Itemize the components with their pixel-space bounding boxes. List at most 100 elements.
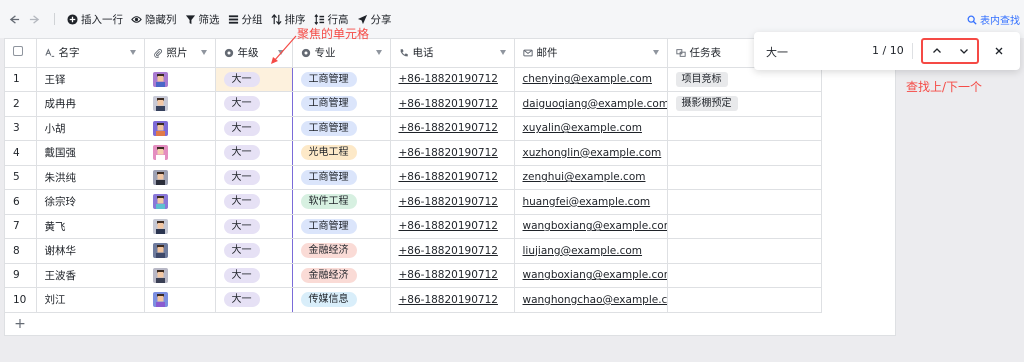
cell-name[interactable]: 谢林华: [36, 238, 145, 264]
cell-task[interactable]: [667, 214, 822, 239]
redo-button[interactable]: [24, 8, 44, 30]
filter-button[interactable]: 筛选: [181, 8, 224, 30]
cell-photo[interactable]: [144, 165, 216, 190]
phone-link[interactable]: +86-18820190712: [399, 269, 498, 281]
phone-link[interactable]: +86-18820190712: [399, 73, 498, 85]
find-input[interactable]: 大一: [766, 44, 788, 60]
cell-major[interactable]: 工商管理: [292, 165, 391, 190]
cell-phone[interactable]: +86-18820190712: [390, 91, 515, 117]
email-link[interactable]: xuzhonglin@example.com: [523, 147, 662, 159]
cell-name[interactable]: 王波香: [36, 263, 145, 288]
cell-photo[interactable]: [144, 263, 216, 288]
cell-grade[interactable]: 大一: [214, 140, 293, 166]
phone-link[interactable]: +86-18820190712: [399, 196, 498, 208]
email-link[interactable]: daiguoqiang@example.com: [523, 98, 667, 110]
cell-grade[interactable]: 大一: [214, 189, 293, 215]
cell-email[interactable]: huangfei@example.com: [514, 189, 668, 215]
email-link[interactable]: wangboxiang@example.com: [523, 269, 667, 281]
column-header-photo[interactable]: 照片: [144, 39, 216, 68]
phone-link[interactable]: +86-18820190712: [399, 171, 498, 183]
cell-photo[interactable]: [144, 189, 216, 215]
cell-phone[interactable]: +86-18820190712: [390, 263, 515, 288]
cell-task[interactable]: 项目竞标: [667, 67, 822, 92]
add-row-button[interactable]: +: [5, 313, 35, 335]
cell-name[interactable]: 戴国强: [36, 140, 145, 166]
cell-photo[interactable]: [144, 238, 216, 264]
cell-email[interactable]: liujiang@example.com: [514, 238, 668, 264]
cell-email[interactable]: wangboxiang@example.com: [514, 263, 668, 288]
email-link[interactable]: zenghui@example.com: [523, 171, 646, 183]
email-link[interactable]: chenying@example.com: [523, 73, 652, 85]
cell-major[interactable]: 工商管理: [292, 91, 391, 117]
cell-task[interactable]: 摄影棚预定: [667, 91, 822, 117]
cell-major[interactable]: 金融经济: [292, 238, 391, 264]
phone-link[interactable]: +86-18820190712: [399, 294, 498, 306]
cell-major[interactable]: 传媒信息: [292, 287, 391, 313]
cell-name[interactable]: 黄飞: [36, 214, 145, 239]
cell-phone[interactable]: +86-18820190712: [390, 67, 515, 92]
group-button[interactable]: 分组: [224, 8, 267, 30]
table-row[interactable]: 10 刘江 大一 传媒信息 +86-18820190712 wanghongch…: [5, 287, 822, 313]
email-link[interactable]: wanghongchao@example.c...: [523, 294, 667, 306]
select-all-checkbox[interactable]: [13, 46, 23, 57]
cell-photo[interactable]: [144, 287, 216, 313]
cell-email[interactable]: zenghui@example.com: [514, 165, 668, 190]
cell-name[interactable]: 成冉冉: [36, 91, 145, 117]
find-close-button[interactable]: [990, 42, 1008, 60]
cell-photo[interactable]: [144, 140, 216, 166]
cell-grade[interactable]: 大一: [214, 116, 293, 141]
cell-email[interactable]: wanghongchao@example.c...: [514, 287, 668, 313]
table-row[interactable]: 1 王铎 大一 工商管理 +86-18820190712 chenying@ex…: [5, 67, 822, 92]
select-all-cell[interactable]: [5, 39, 37, 68]
cell-photo[interactable]: [144, 214, 216, 239]
column-header-email[interactable]: 邮件: [514, 39, 668, 68]
cell-task[interactable]: [667, 287, 822, 313]
column-header-phone[interactable]: 电话: [390, 39, 515, 68]
cell-email[interactable]: xuyalin@example.com: [514, 116, 668, 141]
cell-task[interactable]: [667, 140, 822, 166]
cell-grade[interactable]: 大一: [214, 91, 293, 117]
table-row[interactable]: 9 王波香 大一 金融经济 +86-18820190712 wangboxian…: [5, 263, 822, 288]
email-link[interactable]: huangfei@example.com: [523, 196, 651, 208]
cell-name[interactable]: 朱洪纯: [36, 165, 145, 190]
table-row[interactable]: 4 戴国强 大一 光电工程 +86-18820190712 xuzhonglin…: [5, 140, 822, 166]
cell-phone[interactable]: +86-18820190712: [390, 116, 515, 141]
cell-grade[interactable]: 大一: [214, 214, 293, 239]
cell-phone[interactable]: +86-18820190712: [390, 214, 515, 239]
cell-photo[interactable]: [144, 67, 216, 92]
insert-row-button[interactable]: 插入一行: [63, 8, 127, 30]
find-prev-button[interactable]: [927, 42, 947, 60]
phone-link[interactable]: +86-18820190712: [399, 147, 498, 159]
email-link[interactable]: xuyalin@example.com: [523, 122, 642, 134]
cell-phone[interactable]: +86-18820190712: [390, 238, 515, 264]
undo-button[interactable]: [4, 8, 24, 30]
column-header-major[interactable]: 专业: [292, 39, 391, 68]
cell-email[interactable]: daiguoqiang@example.com: [514, 91, 668, 117]
cell-name[interactable]: 徐宗玲: [36, 189, 145, 215]
cell-grade[interactable]: 大一: [214, 263, 293, 288]
column-menu-caret-icon[interactable]: [200, 50, 207, 56]
cell-grade[interactable]: 大一: [214, 67, 293, 92]
table-row[interactable]: 8 谢林华 大一 金融经济 +86-18820190712 liujiang@e…: [5, 238, 822, 264]
cell-name[interactable]: 小胡: [36, 116, 145, 141]
cell-major[interactable]: 工商管理: [292, 214, 391, 239]
cell-major[interactable]: 工商管理: [292, 116, 391, 141]
cell-task[interactable]: [667, 116, 822, 141]
cell-task[interactable]: [667, 165, 822, 190]
column-menu-caret-icon[interactable]: [499, 50, 506, 56]
cell-email[interactable]: wangboxiang@example.com: [514, 214, 668, 239]
cell-email[interactable]: xuzhonglin@example.com: [514, 140, 668, 166]
cell-name[interactable]: 王铎: [36, 67, 145, 92]
phone-link[interactable]: +86-18820190712: [399, 220, 498, 232]
column-header-name[interactable]: 名字: [36, 39, 145, 68]
cell-photo[interactable]: [144, 116, 216, 141]
cell-task[interactable]: [667, 189, 822, 215]
find-in-table-button[interactable]: 表内查找: [967, 12, 1020, 27]
table-row[interactable]: 3 小胡 大一 工商管理 +86-18820190712 xuyalin@exa…: [5, 116, 822, 141]
column-menu-caret-icon[interactable]: [652, 50, 659, 56]
cell-major[interactable]: 工商管理: [292, 67, 391, 92]
cell-phone[interactable]: +86-18820190712: [390, 165, 515, 190]
find-next-button[interactable]: [954, 42, 974, 60]
cell-grade[interactable]: 大一: [214, 287, 293, 313]
email-link[interactable]: liujiang@example.com: [523, 245, 643, 257]
